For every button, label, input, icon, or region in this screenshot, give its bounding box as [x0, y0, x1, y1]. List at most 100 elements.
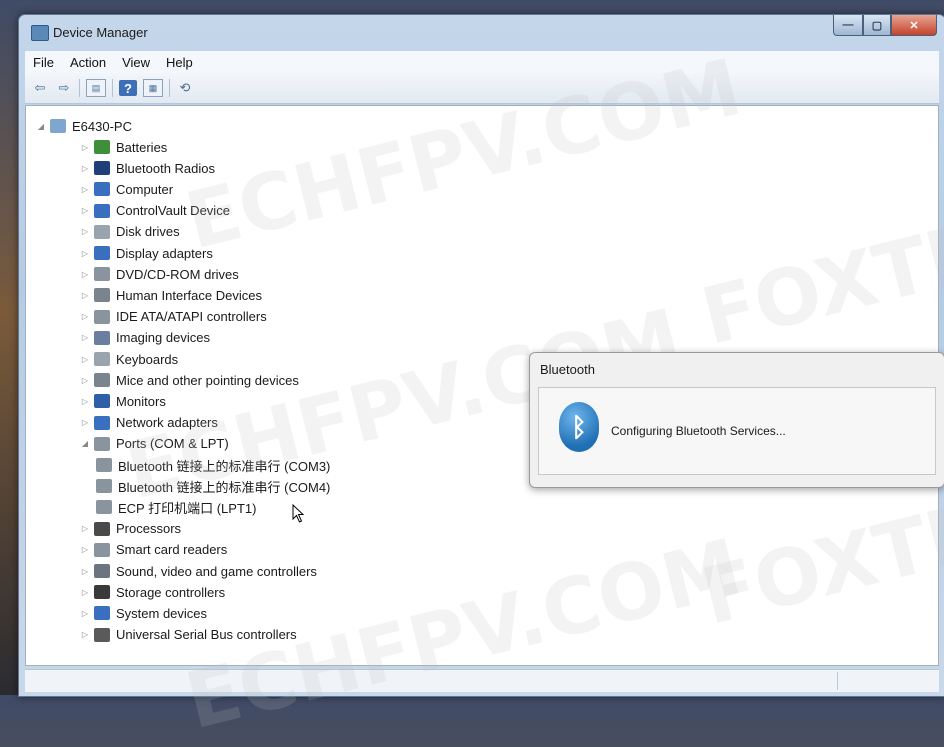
tree-category-item[interactable]: ▷ Imaging devices — [80, 328, 210, 348]
expand-arrow-icon[interactable]: ▷ — [80, 524, 90, 533]
device-manager-icon — [31, 25, 49, 41]
dialog-message: Configuring Bluetooth Services... — [611, 424, 786, 438]
expand-arrow-icon[interactable]: ▷ — [80, 609, 90, 618]
tree-category-item[interactable]: ▷ Processors — [80, 519, 181, 539]
back-arrow-icon[interactable]: ⇦ — [31, 80, 49, 96]
expand-arrow-icon[interactable]: ▷ — [80, 291, 90, 300]
tree-category-item[interactable]: ▷ System devices — [80, 603, 207, 623]
minimize-button[interactable]: — — [833, 15, 863, 36]
port-icon — [96, 458, 112, 472]
tree-category-item[interactable]: ▷ DVD/CD-ROM drives — [80, 264, 239, 284]
bluetooth-logo-icon: ᛒ — [559, 402, 599, 452]
menu-file[interactable]: File — [25, 55, 62, 70]
tree-category-item[interactable]: ▷ Computer — [80, 179, 173, 199]
tree-item-label: Display adapters — [116, 245, 213, 261]
tree-category-item[interactable]: ▷ Smart card readers — [80, 540, 227, 560]
expand-arrow-icon[interactable]: ▷ — [80, 418, 90, 427]
expand-arrow-icon[interactable]: ▷ — [80, 227, 90, 236]
tree-category-item[interactable]: ▷ Storage controllers — [80, 582, 225, 602]
expand-arrow-icon[interactable]: ▷ — [80, 206, 90, 215]
tree-category-item[interactable]: ▷ Display adapters — [80, 243, 213, 263]
dialog-body: ᛒ Configuring Bluetooth Services... — [538, 387, 936, 475]
tree-item-label: Processors — [116, 521, 182, 537]
menu-help[interactable]: Help — [158, 55, 201, 70]
collapse-arrow-icon[interactable]: ◢ — [80, 439, 90, 448]
status-bar — [25, 669, 939, 692]
smart-card-reader-icon — [94, 542, 110, 557]
expand-arrow-icon[interactable]: ▷ — [80, 588, 90, 597]
tree-item-label: IDE ATA/ATAPI controllers — [116, 309, 267, 325]
tree-child-item[interactable]: ECP 打印机端口 (LPT1) — [96, 497, 256, 517]
tree-item-label: Bluetooth 链接上的标准串行 (COM4) — [118, 479, 331, 495]
sound-icon — [94, 564, 110, 578]
ide-controller-icon — [94, 309, 110, 324]
tree-category-item[interactable]: ▷ Human Interface Devices — [80, 285, 262, 305]
expand-arrow-icon[interactable]: ▷ — [80, 143, 90, 152]
help-icon[interactable]: ? — [119, 80, 137, 96]
tree-root-label: E6430-PC — [72, 118, 132, 134]
caption-buttons: — ▢ ✕ — [833, 15, 937, 37]
expand-arrow-icon[interactable]: ▷ — [80, 545, 90, 554]
tree-item-label: Bluetooth 链接上的标准串行 (COM3) — [118, 458, 331, 474]
port-icon — [96, 500, 112, 515]
close-button[interactable]: ✕ — [891, 15, 937, 36]
tree-item-label: Disk drives — [116, 224, 180, 240]
tree-category-item[interactable]: ▷ Monitors — [80, 391, 166, 411]
show-hidden-icon[interactable]: ▦ — [143, 79, 163, 97]
tree-category-item[interactable]: ▷ Sound, video and game controllers — [80, 561, 317, 581]
computer-icon — [94, 182, 110, 197]
tree-category-item[interactable]: ▷ Mice and other pointing devices — [80, 370, 299, 390]
expand-arrow-icon[interactable]: ▷ — [80, 270, 90, 279]
tree-category-item[interactable]: ▷ Disk drives — [80, 222, 180, 242]
storage-controller-icon — [94, 585, 110, 600]
collapse-arrow-icon[interactable]: ◢ — [36, 122, 46, 131]
processor-icon — [94, 521, 110, 536]
title-bar[interactable]: Device Manager — ▢ ✕ — [19, 15, 944, 49]
properties-icon[interactable]: ▤ — [86, 79, 106, 97]
menu-view[interactable]: View — [114, 55, 158, 70]
expand-arrow-icon[interactable]: ▷ — [80, 630, 90, 639]
mouse-cursor-icon — [292, 504, 305, 523]
tree-item-label: Network adapters — [116, 415, 218, 431]
imaging-device-icon — [94, 330, 110, 345]
tree-category-item[interactable]: ▷ Keyboards — [80, 349, 178, 369]
bluetooth-icon — [94, 161, 110, 176]
keyboard-icon — [94, 352, 110, 366]
scan-hardware-icon[interactable]: ⟲ — [176, 80, 194, 96]
expand-arrow-icon[interactable]: ▷ — [80, 312, 90, 321]
maximize-button[interactable]: ▢ — [863, 15, 891, 36]
toolbar-separator — [169, 79, 170, 97]
tree-category-item[interactable]: ▷ Batteries — [80, 137, 167, 157]
tree-category-item[interactable]: ▷ Bluetooth Radios — [80, 158, 215, 178]
tree-child-item[interactable]: Bluetooth 链接上的标准串行 (COM3) — [96, 455, 330, 475]
tree-root[interactable]: ◢ E6430-PC — [36, 116, 132, 136]
tree-category-item[interactable]: ◢ Ports (COM & LPT) — [80, 434, 229, 454]
mouse-icon — [94, 373, 110, 388]
tree-category-item[interactable]: ▷ Network adapters — [80, 413, 218, 433]
expand-arrow-icon[interactable]: ▷ — [80, 333, 90, 342]
tree-item-label: Mice and other pointing devices — [116, 372, 299, 388]
tree-item-label: Bluetooth Radios — [116, 160, 216, 176]
expand-arrow-icon[interactable]: ▷ — [80, 185, 90, 194]
menu-action[interactable]: Action — [62, 55, 114, 70]
tree-category-item[interactable]: ▷ IDE ATA/ATAPI controllers — [80, 307, 267, 327]
tree-item-label: Sound, video and game controllers — [116, 563, 317, 579]
expand-arrow-icon[interactable]: ▷ — [80, 355, 90, 364]
port-icon — [94, 436, 110, 451]
tree-category-item[interactable]: ▷ Universal Serial Bus controllers — [80, 625, 297, 645]
tree-category-item[interactable]: ▷ ControlVault Device — [80, 201, 230, 221]
dvd-drive-icon — [94, 267, 110, 282]
tree-item-label: Ports (COM & LPT) — [116, 436, 229, 452]
expand-arrow-icon[interactable]: ▷ — [80, 249, 90, 258]
tree-item-label: Storage controllers — [116, 584, 226, 600]
forward-arrow-icon[interactable]: ⇨ — [55, 80, 73, 96]
tree-item-label: ECP 打印机端口 (LPT1) — [118, 500, 257, 516]
tree-item-label: Computer — [116, 181, 174, 197]
expand-arrow-icon[interactable]: ▷ — [80, 164, 90, 173]
computer-icon — [50, 119, 66, 133]
expand-arrow-icon[interactable]: ▷ — [80, 567, 90, 576]
tree-child-item[interactable]: Bluetooth 链接上的标准串行 (COM4) — [96, 476, 330, 496]
monitor-icon — [94, 394, 110, 409]
expand-arrow-icon[interactable]: ▷ — [80, 397, 90, 406]
expand-arrow-icon[interactable]: ▷ — [80, 376, 90, 385]
